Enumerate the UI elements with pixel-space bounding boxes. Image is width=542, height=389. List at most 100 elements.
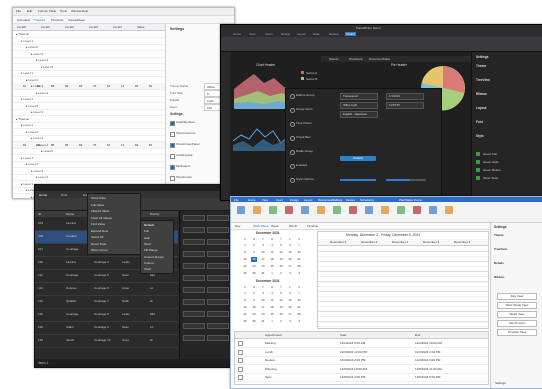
settings-item[interactable]: TreeView xyxy=(494,247,507,251)
calendar-day[interactable]: 22 xyxy=(242,264,248,269)
calendar-day[interactable]: 25 xyxy=(269,264,275,269)
settings-item[interactable]: Style xyxy=(476,134,484,138)
menu-item[interactable]: Format xyxy=(38,9,48,13)
time-slot[interactable] xyxy=(318,321,488,327)
calendar-day[interactable]: 23 xyxy=(251,264,257,269)
view-button[interactable]: Month View xyxy=(497,320,537,327)
form-item[interactable]: Check Box xyxy=(290,135,336,141)
calendar-day[interactable]: 31 xyxy=(260,271,266,276)
ribbon-tab-design[interactable]: Design xyxy=(290,198,299,202)
settings-item[interactable]: Font xyxy=(476,120,483,124)
ribbon-tab-file[interactable]: File xyxy=(234,198,239,202)
ribbon-tab-references[interactable]: References xyxy=(318,198,332,202)
calendar-day[interactable]: 18 xyxy=(269,257,275,262)
column-header[interactable]: ID xyxy=(38,212,41,216)
calendar-day[interactable]: 15 xyxy=(242,257,248,262)
submenu-item[interactable]: Clear xyxy=(144,267,151,271)
day-column-header[interactable]: December 6 xyxy=(454,240,470,244)
settings-item[interactable]: Details xyxy=(494,261,504,265)
ribbon-icon[interactable] xyxy=(413,206,421,214)
side-field[interactable] xyxy=(207,323,229,329)
calendar-day[interactable]: 28 xyxy=(296,264,302,269)
side-field[interactable] xyxy=(207,227,229,233)
calendar-day[interactable]: 5 xyxy=(278,291,284,296)
calendar-day[interactable]: 6 xyxy=(287,243,293,248)
day-column-header[interactable]: December 2 xyxy=(330,240,346,244)
view-tab-day[interactable]: Day xyxy=(235,224,240,228)
view-button[interactable]: Day View xyxy=(497,293,537,300)
calendar-day[interactable]: 23 xyxy=(251,312,257,317)
calendar-day[interactable]: 2 xyxy=(251,243,257,248)
color-label[interactable]: Green Button xyxy=(483,168,501,172)
calendar-day[interactable]: 17 xyxy=(260,257,266,262)
column-header[interactable]: Appointment xyxy=(265,333,282,337)
calendar-day[interactable]: 29 xyxy=(242,271,248,276)
calendar-day[interactable]: 31 xyxy=(260,319,266,324)
calendar-day[interactable]: 12 xyxy=(278,298,284,303)
column-header[interactable]: Start xyxy=(340,333,346,337)
calendar-day[interactable]: 19 xyxy=(278,305,284,310)
ribbon-icon[interactable] xyxy=(445,206,453,214)
calendar-day[interactable]: 28 xyxy=(296,312,302,317)
side-field[interactable] xyxy=(183,335,205,341)
calendar-day[interactable]: 27 xyxy=(287,264,293,269)
day-column-header[interactable]: December 3 xyxy=(361,240,377,244)
calendar-day[interactable]: 1 xyxy=(242,243,248,248)
menu-item[interactable]: Window xyxy=(71,9,82,13)
calendar-day[interactable]: 25 xyxy=(269,312,275,317)
form-item[interactable]: Group Items xyxy=(290,107,336,113)
calendar-day[interactable]: 1 xyxy=(269,319,275,324)
ribbon-icon[interactable] xyxy=(381,206,389,214)
calendar-day[interactable]: 8 xyxy=(242,250,248,255)
calendar-day[interactable]: 4 xyxy=(296,319,302,324)
calendar-day[interactable]: 7 xyxy=(296,243,302,248)
side-field[interactable] xyxy=(207,215,229,221)
calendar-day[interactable]: 9 xyxy=(251,250,257,255)
side-field[interactable] xyxy=(207,287,229,293)
calendar-day[interactable]: 10 xyxy=(260,250,266,255)
submenu-item[interactable]: Half xyxy=(144,236,149,240)
ribbon-icon[interactable] xyxy=(365,206,373,214)
side-field[interactable] xyxy=(183,215,205,221)
settings-item[interactable]: Ribbon xyxy=(476,92,487,96)
calendar-day[interactable]: 13 xyxy=(287,298,293,303)
side-field[interactable] xyxy=(183,287,205,293)
table-row[interactable]: 120 Jacob Courtage 10 Ansa Hi xyxy=(35,335,178,348)
submenu-item[interactable]: Default xyxy=(144,223,154,227)
ribbon-icon[interactable] xyxy=(285,206,293,214)
tab-review[interactable]: Review xyxy=(329,32,339,36)
form-item[interactable]: Radio Group xyxy=(290,149,336,155)
tab-layout[interactable]: Layout xyxy=(297,32,306,36)
menu-item[interactable]: Full Value xyxy=(91,203,104,207)
menu-item[interactable]: Edit xyxy=(27,9,32,13)
tab-treelist[interactable]: TreeList xyxy=(34,18,45,22)
tab-design[interactable]: Design xyxy=(281,32,290,36)
time-field[interactable]: 11:59:59 xyxy=(386,102,424,109)
color-label[interactable]: Green Flat xyxy=(483,152,497,156)
table-row[interactable]: 116 Courtage Courtage 8 Lewis Mid xyxy=(35,309,178,322)
column-header[interactable]: Value xyxy=(137,25,144,29)
submenu-item[interactable]: Column xyxy=(144,261,154,265)
calendar-day[interactable]: 22 xyxy=(242,312,248,317)
submenu-item[interactable]: Full xyxy=(144,229,149,233)
calendar-day[interactable]: 3 xyxy=(260,243,266,248)
side-field[interactable] xyxy=(207,275,229,281)
view-tab-week[interactable]: Week xyxy=(271,224,279,228)
calendar-day[interactable]: 26 xyxy=(278,264,284,269)
ribbon-tab-home[interactable]: Home xyxy=(248,198,255,202)
column-header[interactable]: Level4 xyxy=(113,25,122,29)
side-field[interactable] xyxy=(183,311,205,317)
settings-item[interactable]: Theme xyxy=(476,64,486,68)
tab-view[interactable]: View xyxy=(249,32,255,36)
secondary-tab[interactable]: Workbook xyxy=(349,57,362,61)
calendar-day[interactable]: 11 xyxy=(269,250,275,255)
calendar-day[interactable]: 6 xyxy=(287,291,293,296)
calendar-day[interactable]: 30 xyxy=(251,319,257,324)
column-header[interactable]: Level2 xyxy=(65,25,74,29)
calendar-day[interactable]: 20 xyxy=(287,305,293,310)
calendar-day[interactable]: 24 xyxy=(260,312,266,317)
menu-item[interactable]: Find Value xyxy=(91,222,105,226)
calendar-day[interactable]: 20 xyxy=(287,257,293,262)
settings-item[interactable]: TreeView xyxy=(476,78,490,82)
menu-item[interactable]: Show Group xyxy=(91,248,108,252)
